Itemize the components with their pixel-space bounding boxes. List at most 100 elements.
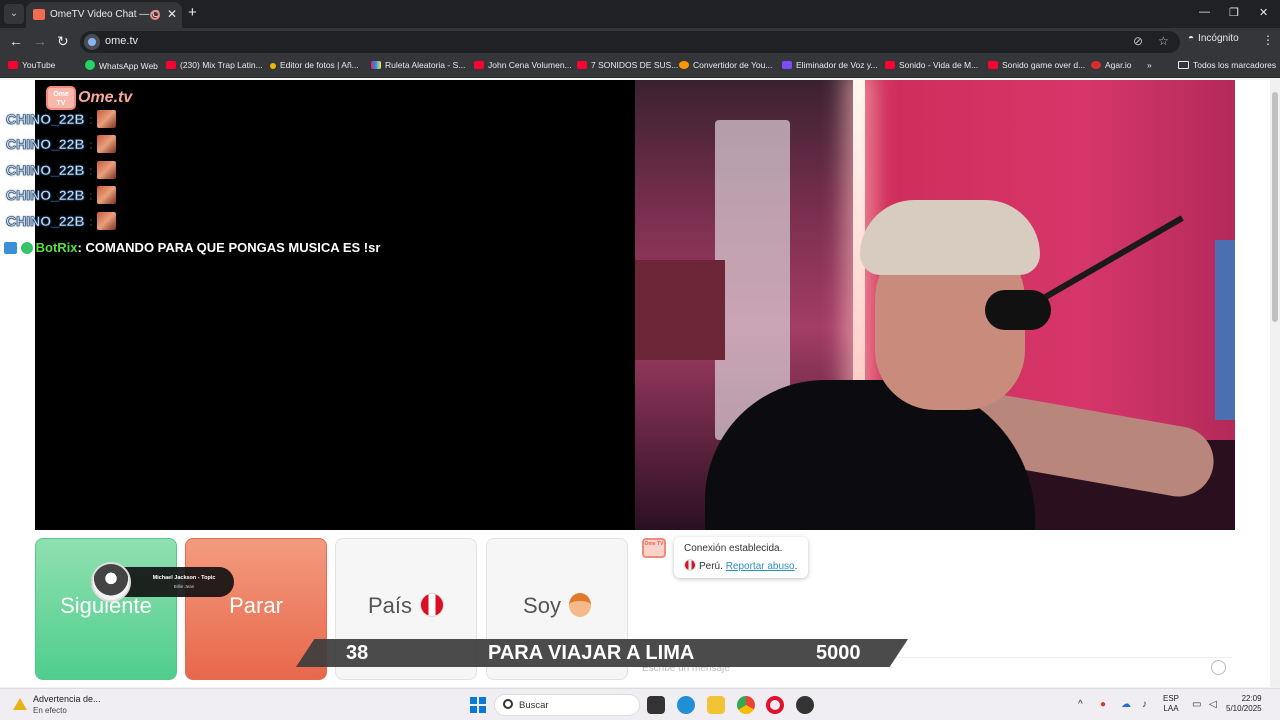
whatsapp-icon	[85, 60, 95, 70]
all-bookmarks[interactable]: Todos los marcadores	[1178, 60, 1276, 70]
back-icon[interactable]: ←	[9, 33, 23, 49]
bookmark-item[interactable]: Eliminador de Voz y...	[782, 60, 878, 70]
bookmark-item[interactable]: Sonido - Vida de M...	[885, 60, 978, 70]
close-tab-icon[interactable]: ✕	[167, 7, 177, 21]
tab-title: OmeTV Video Chat — Ome...	[50, 9, 160, 20]
bookmark-item[interactable]: (230) Mix Trap Latin...	[166, 60, 263, 70]
youtube-icon	[474, 61, 484, 69]
goal-count: 38	[346, 642, 369, 664]
task-view-icon[interactable]	[647, 696, 665, 714]
chat-message: CHINO_22B :	[6, 186, 117, 206]
taskbar-search[interactable]: Buscar	[494, 694, 640, 716]
goal-text: PARA VIAJAR A LIMA	[488, 642, 695, 664]
goal-target: 5000	[816, 642, 861, 664]
chrome-icon[interactable]	[737, 696, 755, 714]
incognito-label: Incógnito	[1198, 33, 1239, 44]
edge-icon[interactable]	[677, 696, 695, 714]
browser-menu-icon[interactable]: ⋮	[1262, 33, 1274, 47]
bookmark-item[interactable]: Editor de fotos | Añ...	[270, 60, 359, 70]
system-message: Conexión establecida. Perú. Reportar abu…	[674, 537, 808, 578]
new-tab-button[interactable]: +	[188, 4, 197, 21]
youtube-icon	[577, 61, 587, 69]
file-explorer-icon[interactable]	[707, 696, 725, 714]
now-playing-subtitle: Billie Jean	[173, 584, 195, 589]
bookmarks-overflow-icon[interactable]: »	[1147, 60, 1152, 70]
notice-subtitle: En efecto	[33, 706, 67, 715]
youtube-icon	[8, 61, 18, 69]
close-window-icon[interactable]: ✕	[1259, 6, 1268, 19]
emote-icon	[97, 110, 117, 128]
search-icon	[503, 699, 513, 709]
windows-start-icon[interactable]	[470, 697, 486, 713]
microphone-icon[interactable]: ♪	[1142, 699, 1147, 710]
peru-flag-icon	[420, 593, 445, 617]
ometv-logo: Ome TV Ome.tv	[46, 86, 132, 110]
bookmark-item[interactable]: YouTube	[8, 60, 55, 70]
webcam-video	[635, 80, 1235, 530]
partner-country: Perú. Reportar abuso.	[684, 559, 797, 572]
bot-badge-icon	[4, 242, 17, 254]
restore-icon[interactable]: ❐	[1229, 6, 1239, 19]
network-icon[interactable]: ▭	[1192, 699, 1201, 710]
recording-indicator-icon	[150, 10, 160, 20]
eye-off-icon[interactable]: ⊘	[1133, 34, 1143, 48]
converter-icon	[679, 61, 689, 69]
bookmark-item[interactable]: 7 SONIDOS DE SUS...	[577, 60, 678, 70]
bookmark-item[interactable]: John Cena Volumen...	[474, 60, 572, 70]
obs-icon[interactable]	[796, 696, 814, 714]
reload-icon[interactable]: ↻	[57, 33, 69, 50]
volume-icon[interactable]: ◁	[1209, 699, 1217, 710]
voice-remover-icon	[782, 61, 792, 69]
verified-icon	[20, 242, 33, 254]
connection-status: Conexión establecida.	[684, 543, 783, 554]
bot-text: : COMANDO PARA QUE PONGAS MUSICA ES !sr	[77, 240, 381, 255]
language-indicator[interactable]: ESP LAA	[1163, 694, 1179, 714]
ometv-favicon-icon	[33, 9, 45, 20]
onedrive-icon[interactable]: ☁	[1121, 699, 1131, 710]
youtube-icon	[988, 61, 998, 69]
tray-overflow-icon[interactable]: ^	[1078, 699, 1083, 710]
bookmark-item[interactable]: Convertidor de You...	[679, 60, 772, 70]
emoji-icon[interactable]	[1211, 660, 1226, 675]
boy-face-icon	[568, 593, 591, 617]
warning-icon[interactable]	[13, 698, 27, 710]
agario-icon	[1091, 61, 1101, 69]
chat-message: CHINO_22B :	[6, 212, 117, 232]
editor-icon	[270, 63, 276, 69]
bookmark-star-icon[interactable]: ☆	[1158, 34, 1169, 48]
url-text: ome.tv	[105, 35, 139, 47]
taskbar: Advertencia de... En efecto Buscar ^ ● ☁…	[0, 688, 1280, 720]
bookmark-item[interactable]: WhatsApp Web	[85, 60, 158, 71]
clock[interactable]: 22:09 5/10/2025	[1226, 694, 1262, 714]
tab-search-button[interactable]: ⌄	[4, 4, 24, 24]
now-playing-title: Michael Jackson - Topic	[152, 575, 216, 581]
bot-message: BotRix: COMANDO PARA QUE PONGAS MUSICA E…	[4, 240, 380, 255]
notice-title[interactable]: Advertencia de...	[33, 694, 101, 704]
bookmark-item[interactable]: Agar.io	[1091, 60, 1131, 70]
opera-icon[interactable]	[766, 696, 784, 714]
incognito-icon: ◓	[1188, 33, 1195, 44]
address-bar[interactable]: ome.tv ⊘ ☆	[80, 31, 1180, 53]
goal-banner: 38 PARA VIAJAR A LIMA 5000	[296, 639, 908, 667]
bot-name: BotRix	[35, 240, 78, 255]
now-playing-widget: Michael Jackson - Topic Billie Jean	[91, 562, 234, 602]
folder-icon	[1178, 61, 1189, 69]
emote-icon	[97, 135, 117, 153]
browser-toolbar: ← → ↻ ome.tv ⊘ ☆	[0, 28, 1280, 56]
bookmark-item[interactable]: Ruleta Aleatoria - S...	[371, 60, 465, 70]
tab-ometv[interactable]: OmeTV Video Chat — Ome... ✕	[26, 2, 182, 28]
forward-icon[interactable]: →	[33, 33, 47, 49]
tab-strip: ⌄ OmeTV Video Chat — Ome... ✕ + — ❐ ✕	[0, 0, 1280, 28]
emote-icon	[97, 161, 117, 179]
chat-message: CHINO_22B :	[6, 161, 117, 181]
scroll-thumb[interactable]	[1272, 92, 1278, 322]
page-scrollbar[interactable]	[1270, 80, 1280, 687]
bookmark-item[interactable]: Sonido game over d...	[988, 60, 1085, 70]
emote-icon	[97, 212, 117, 230]
minimize-icon[interactable]: —	[1199, 6, 1210, 18]
incognito-indicator[interactable]: ◓ Incógnito	[1188, 33, 1239, 44]
report-abuse-link[interactable]: Reportar abuso	[726, 561, 795, 572]
next-button[interactable]: Siguiente	[35, 538, 177, 680]
site-info-icon[interactable]	[84, 34, 100, 50]
tray-app-icon[interactable]: ●	[1100, 699, 1106, 710]
